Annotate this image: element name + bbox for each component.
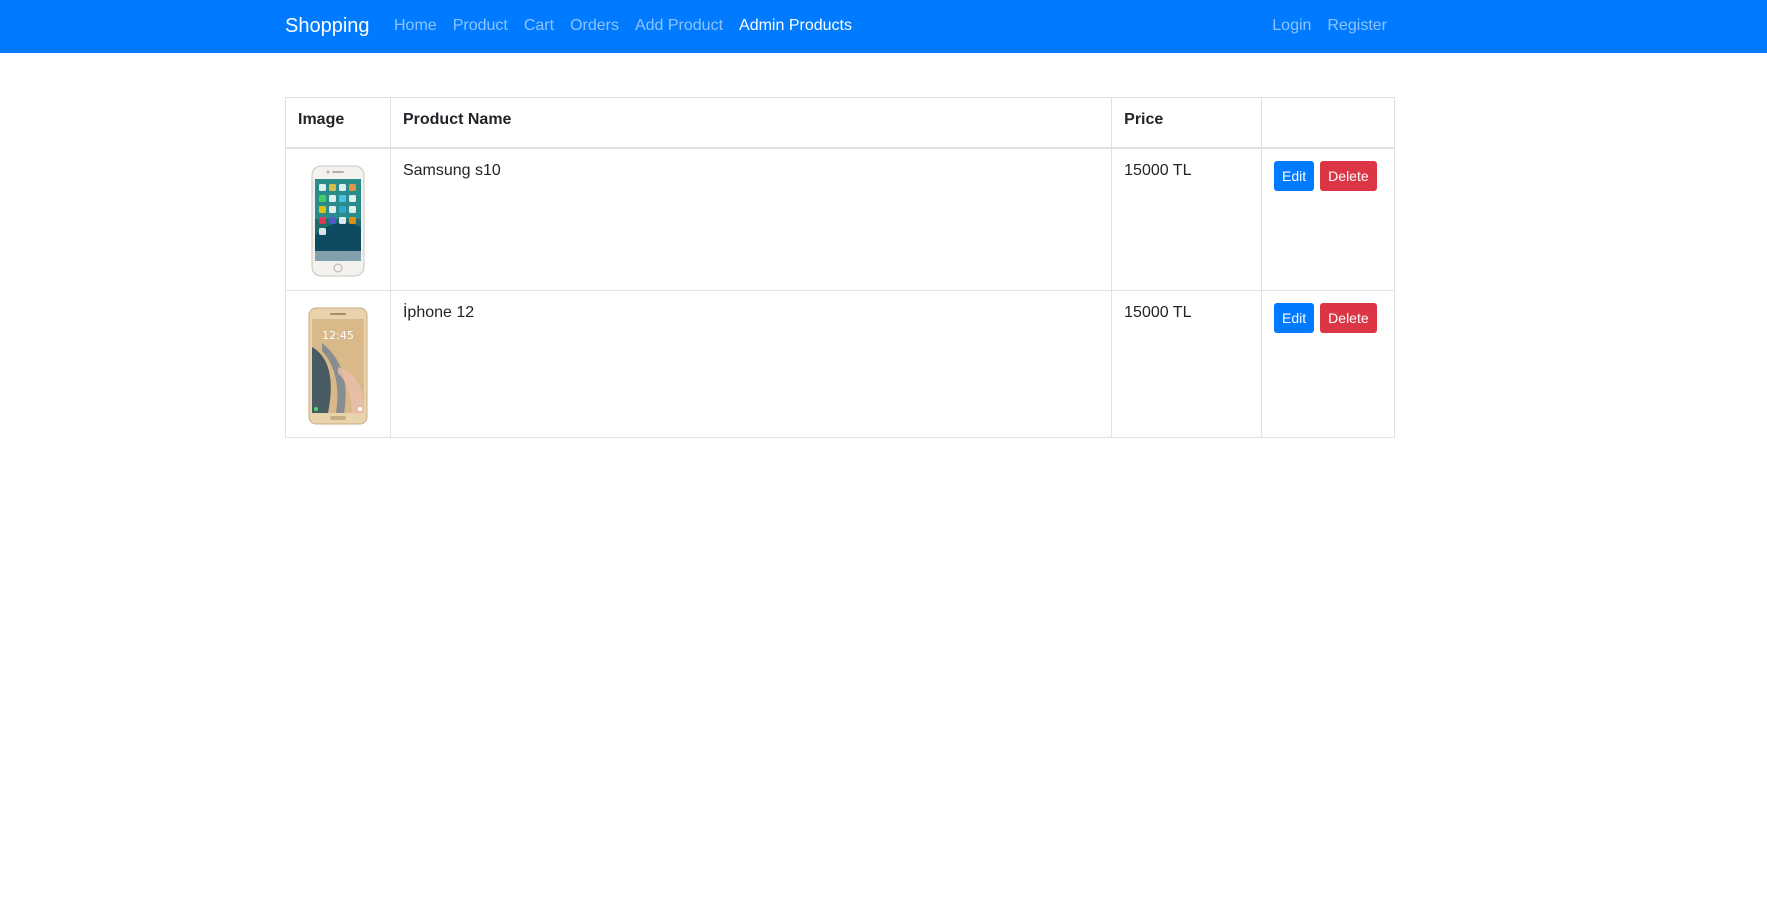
admin-products-table: Image Product Name Price Samsung s10 150… <box>285 97 1395 438</box>
phone-gold-icon: 12:45 <box>308 307 368 425</box>
nav-left-links: Home Product Cart Orders Add Product Adm… <box>394 16 852 36</box>
header-row: Image Product Name Price <box>285 97 1395 149</box>
delete-button[interactable]: Delete <box>1320 160 1377 191</box>
product-image-cell: 12:45 <box>285 290 391 438</box>
header-product-name: Product Name <box>389 97 1113 149</box>
nav-link-add-product[interactable]: Add Product <box>635 16 723 36</box>
nav-link-register[interactable]: Register <box>1327 16 1387 36</box>
phone-white-icon <box>311 165 365 276</box>
table-header: Image Product Name Price <box>285 97 1395 149</box>
nav-right-links: Login Register <box>1272 16 1387 36</box>
product-image-cell <box>285 147 391 291</box>
header-price: Price <box>1111 97 1263 149</box>
nav-link-login[interactable]: Login <box>1272 16 1311 36</box>
product-name-cell: Samsung s10 <box>389 147 1113 291</box>
product-price-cell: 15000 TL <box>1111 290 1263 438</box>
table-body: Samsung s10 15000 TL Edit Delete 12:45 İ… <box>285 147 1395 438</box>
product-actions-cell: Edit Delete <box>1261 147 1395 291</box>
nav-link-product[interactable]: Product <box>453 16 508 36</box>
nav-link-cart[interactable]: Cart <box>524 16 554 36</box>
edit-button[interactable]: Edit <box>1274 160 1315 191</box>
product-actions-cell: Edit Delete <box>1261 290 1395 438</box>
top-navbar: Shopping Home Product Cart Orders Add Pr… <box>0 0 1767 53</box>
nav-link-orders[interactable]: Orders <box>570 16 619 36</box>
nav-link-home[interactable]: Home <box>394 16 437 36</box>
product-price-cell: 15000 TL <box>1111 147 1263 291</box>
product-name-cell: İphone 12 <box>389 290 1113 438</box>
products-table-container: Image Product Name Price Samsung s10 150… <box>285 97 1395 438</box>
table-row: Samsung s10 15000 TL Edit Delete <box>285 147 1395 291</box>
table-row: 12:45 İphone 12 15000 TL Edit Delete <box>285 290 1395 438</box>
header-image: Image <box>285 97 391 149</box>
edit-button[interactable]: Edit <box>1274 303 1315 333</box>
delete-button[interactable]: Delete <box>1320 303 1377 333</box>
nav-link-admin-products[interactable]: Admin Products <box>739 16 852 36</box>
brand-link[interactable]: Shopping <box>285 13 370 39</box>
svg-text:12:45: 12:45 <box>322 329 354 342</box>
header-actions <box>1261 97 1395 149</box>
